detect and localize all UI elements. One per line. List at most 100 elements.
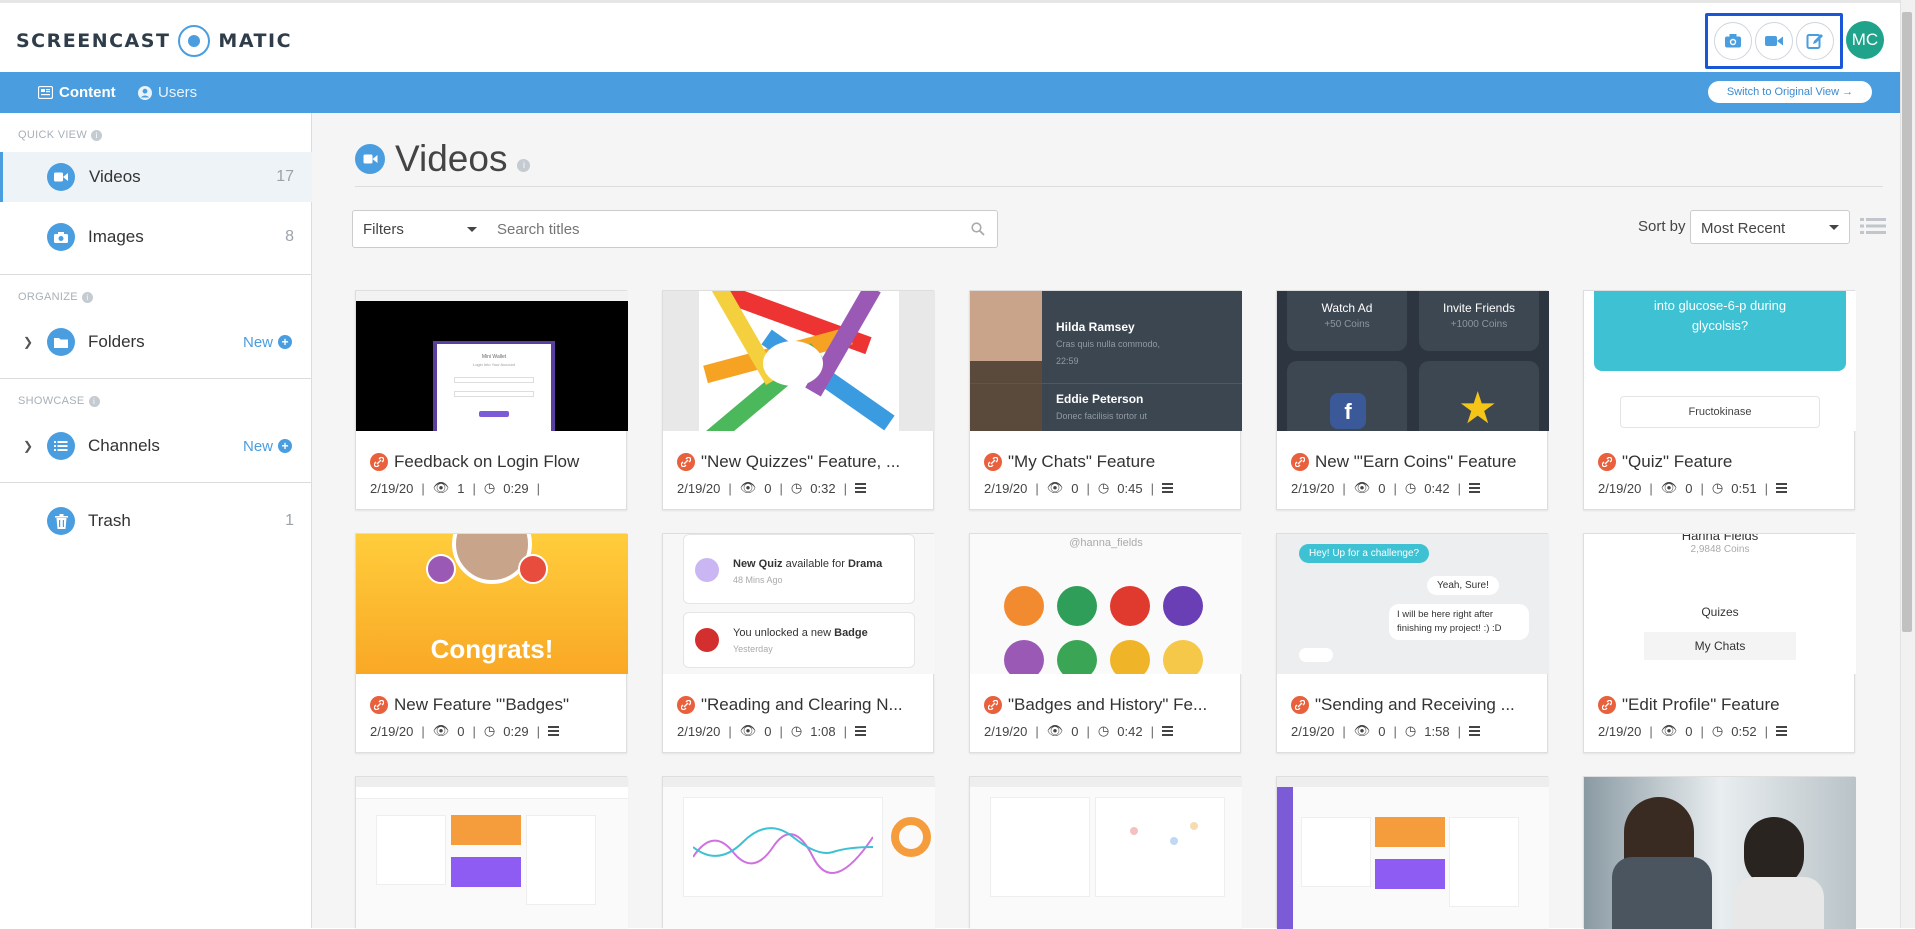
video-title[interactable]: "Badges and History" Fe... [984, 695, 1234, 715]
sidebar-item-images[interactable]: Images 8 [0, 212, 312, 262]
video-card[interactable]: Watch Ad +50 Coins Invite Friends +1000 … [1276, 290, 1549, 510]
video-thumbnail[interactable]: Hey! Up for a challenge? Yeah, Sure! I w… [1277, 534, 1549, 674]
logo-text-left: SCREENCAST [16, 30, 171, 52]
filters-dropdown[interactable]: Filters [352, 210, 488, 248]
menu-icon[interactable] [1468, 481, 1480, 495]
menu-icon[interactable] [1161, 724, 1173, 738]
search-icon[interactable] [971, 222, 985, 236]
edit-icon [1806, 34, 1824, 49]
video-title[interactable]: "Sending and Receiving ... [1291, 695, 1541, 715]
video-card[interactable]: into glucose-6-p during glycolsis? Fruct… [1583, 290, 1856, 510]
video-thumbnail[interactable] [663, 777, 935, 929]
new-folder-button[interactable]: New + [243, 334, 292, 351]
video-title[interactable]: "Edit Profile" Feature [1598, 695, 1848, 715]
video-card[interactable]: @hanna_fields "Badges and History" Fe...… [969, 533, 1242, 753]
video-thumbnail[interactable]: Mini Wallet Login Into Your Account [356, 291, 628, 431]
info-icon[interactable]: i [81, 291, 93, 303]
video-thumbnail[interactable]: @hanna_fields [970, 534, 1242, 674]
list-view-icon[interactable] [1860, 216, 1886, 236]
thumb-text: Quizes [1701, 605, 1739, 619]
video-date: 2/19/20 [984, 723, 1028, 739]
video-title[interactable]: New Feature "'Badges" [370, 695, 620, 715]
screencast-o-matic-logo[interactable]: SCREENCAST MATIC [16, 25, 292, 57]
showcase-label-text: SHOWCASE [18, 395, 85, 407]
video-thumbnail[interactable] [970, 777, 1242, 929]
user-avatar[interactable]: MC [1846, 21, 1884, 59]
screenshot-button[interactable] [1713, 22, 1752, 60]
organize-section-label: ORGANIZE i [18, 291, 93, 303]
video-title-text: "Badges and History" Fe... [1008, 695, 1208, 714]
video-thumbnail[interactable]: into glucose-6-p during glycolsis? Fruct… [1584, 291, 1856, 431]
menu-icon[interactable] [1775, 724, 1787, 738]
video-thumbnail[interactable] [356, 777, 628, 929]
video-card[interactable] [662, 776, 935, 929]
video-title[interactable]: "Reading and Clearing N... [677, 695, 927, 715]
sidebar-item-trash[interactable]: Trash 1 [0, 496, 312, 546]
video-date: 2/19/20 [1598, 480, 1642, 496]
menu-icon[interactable] [854, 724, 866, 738]
sidebar-item-folders[interactable]: ❯ Folders New + [0, 317, 312, 367]
video-card[interactable]: Hey! Up for a challenge? Yeah, Sure! I w… [1276, 533, 1549, 753]
sort-dropdown[interactable]: Most Recent [1690, 210, 1850, 244]
thumb-text: +1000 Coins [1450, 319, 1508, 330]
video-card[interactable]: Hanna Fields 2,9848 Coins Quizes My Chat… [1583, 533, 1856, 753]
switch-to-original-view-button[interactable]: Switch to Original View → [1708, 81, 1872, 103]
sidebar-item-videos[interactable]: Videos 17 [0, 152, 312, 202]
video-thumbnail[interactable] [663, 291, 935, 431]
info-icon[interactable]: i [88, 395, 100, 407]
record-video-button[interactable] [1754, 22, 1793, 60]
video-thumbnail[interactable]: Hanna Fields 2,9848 Coins Quizes My Chat… [1584, 534, 1856, 674]
video-title[interactable]: "Quiz" Feature [1598, 452, 1848, 472]
chevron-right-icon[interactable]: ❯ [23, 335, 33, 349]
menu-icon[interactable] [854, 481, 866, 495]
thumb-text: Badge [834, 627, 868, 639]
video-title[interactable]: New "'Earn Coins" Feature [1291, 452, 1541, 472]
list-icon [47, 432, 75, 460]
eye-icon: 👁︎ [432, 480, 450, 495]
video-card[interactable] [969, 776, 1242, 929]
video-date: 2/19/20 [370, 480, 414, 496]
video-thumbnail[interactable]: New Quiz available for Drama 48 Mins Ago… [663, 534, 935, 674]
menu-icon[interactable] [1775, 481, 1787, 495]
scrollbar-thumb[interactable] [1902, 12, 1912, 632]
camera-icon [1724, 34, 1741, 48]
eye-icon: 👁︎ [739, 480, 757, 495]
new-label: New [242, 333, 273, 351]
video-card[interactable]: Congrats! New Feature "'Badges" 2/19/20 |… [355, 533, 628, 753]
video-title-text: "Quiz" Feature [1622, 452, 1733, 471]
link-icon [984, 453, 1002, 471]
thumb-text: 48 Mins Ago [733, 575, 783, 585]
video-title[interactable]: "My Chats" Feature [984, 452, 1234, 472]
edit-video-button[interactable] [1796, 22, 1835, 60]
video-thumbnail[interactable] [1277, 777, 1549, 929]
menu-icon[interactable] [1468, 724, 1480, 738]
search-input[interactable] [487, 211, 927, 247]
tab-users[interactable]: Users [138, 84, 197, 101]
video-title[interactable]: "New Quizzes" Feature, ... [677, 452, 927, 472]
chevron-right-icon[interactable]: ❯ [23, 439, 33, 453]
video-card[interactable]: New Quiz available for Drama 48 Mins Ago… [662, 533, 935, 753]
video-card[interactable]: Mini Wallet Login Into Your Account Feed… [355, 290, 628, 510]
video-thumbnail[interactable] [1584, 777, 1856, 929]
menu-icon[interactable] [547, 724, 559, 738]
video-card[interactable] [355, 776, 628, 929]
sidebar-item-channels[interactable]: ❯ Channels New + [0, 421, 312, 471]
video-thumbnail[interactable]: Watch Ad +50 Coins Invite Friends +1000 … [1277, 291, 1549, 431]
view-count: 0 [1685, 480, 1693, 496]
video-thumbnail[interactable]: Congrats! [356, 534, 628, 674]
filters-label: Filters [363, 221, 404, 238]
video-card[interactable]: Hilda Ramsey Cras quis nulla commodo, 22… [969, 290, 1242, 510]
tab-content[interactable]: Content [38, 84, 116, 101]
info-icon[interactable]: i [91, 129, 103, 141]
menu-icon[interactable] [1161, 481, 1173, 495]
info-icon[interactable]: i [517, 158, 531, 172]
clock-icon: ◷ [1097, 480, 1110, 495]
thumb-text: Login Into Your Account [472, 362, 516, 367]
video-card[interactable] [1583, 776, 1856, 929]
sidebar-item-label: Trash [88, 511, 131, 530]
video-thumbnail[interactable]: Hilda Ramsey Cras quis nulla commodo, 22… [970, 291, 1242, 431]
video-title[interactable]: Feedback on Login Flow [370, 452, 620, 472]
video-card[interactable] [1276, 776, 1549, 929]
new-channel-button[interactable]: New + [243, 438, 292, 455]
video-card[interactable]: "New Quizzes" Feature, ... 2/19/20 | 👁︎ 0 |… [662, 290, 935, 510]
